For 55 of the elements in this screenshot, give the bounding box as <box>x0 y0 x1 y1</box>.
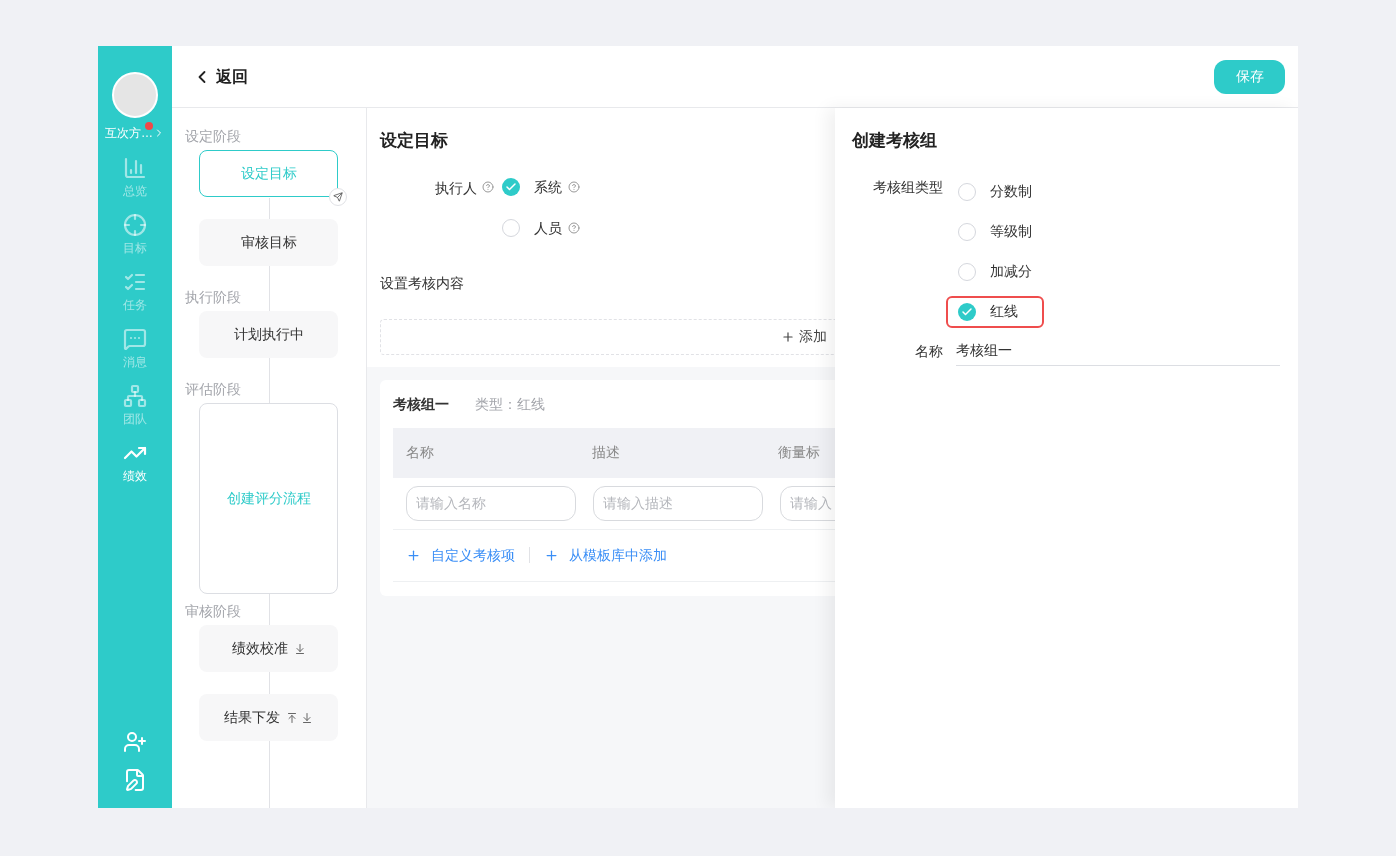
radio-checked[interactable] <box>502 178 520 196</box>
team-nav-icon[interactable] <box>123 384 147 408</box>
back-button[interactable]: 返回 <box>192 64 248 89</box>
option-label[interactable]: 分数制 <box>990 181 1032 202</box>
drawer-title: 创建考核组 <box>852 130 938 152</box>
plus-icon <box>406 547 421 563</box>
radio-unchecked[interactable] <box>958 222 976 241</box>
option-label[interactable]: 人员 <box>534 217 562 239</box>
flow-step[interactable]: 计划执行中 <box>199 311 338 358</box>
move-up-icon[interactable] <box>286 711 298 724</box>
edit-icon[interactable] <box>123 768 147 792</box>
option-label[interactable]: 等级制 <box>990 221 1032 242</box>
plus-icon <box>781 329 795 344</box>
message-nav-icon[interactable] <box>123 327 147 351</box>
section-title: 设定目标 <box>380 130 449 152</box>
group-name: 考核组一 <box>393 394 449 414</box>
plus-icon <box>544 547 559 563</box>
stage-label: 执行阶段 <box>185 288 242 306</box>
send-icon[interactable] <box>329 188 347 206</box>
group-type: 类型：红线 <box>475 394 545 414</box>
input-field[interactable]: 请输入描述 <box>593 485 763 521</box>
flow-step[interactable]: 结果下发 <box>199 694 338 741</box>
field-label: 执行人 <box>435 178 477 198</box>
stage-label: 审核阶段 <box>185 602 242 620</box>
avatar[interactable] <box>112 72 158 118</box>
option-label[interactable]: 加减分 <box>990 261 1032 282</box>
field-label: 名称 <box>914 342 943 361</box>
input-field[interactable]: 请输入 <box>780 485 835 521</box>
move-down-icon[interactable] <box>301 711 313 724</box>
stage-label: 评估阶段 <box>185 380 242 398</box>
overview-nav-icon[interactable] <box>123 156 147 180</box>
option-label[interactable]: 系统 <box>534 176 562 198</box>
help-icon[interactable] <box>568 222 580 234</box>
stage-label: 设定阶段 <box>185 127 242 145</box>
check-icon <box>505 181 517 193</box>
check-icon <box>961 305 973 318</box>
option-label[interactable]: 红线 <box>990 301 1018 322</box>
help-icon[interactable] <box>568 181 580 193</box>
radio-unchecked[interactable] <box>958 182 976 201</box>
help-icon[interactable] <box>482 180 494 193</box>
radio-checked[interactable] <box>958 302 976 321</box>
radio-unchecked[interactable] <box>958 262 976 281</box>
name-input[interactable]: 考核组一 <box>956 337 1280 366</box>
section-label: 设置考核内容 <box>380 273 465 293</box>
flow-step[interactable]: 审核目标 <box>199 219 338 266</box>
target-nav-icon[interactable] <box>123 213 147 237</box>
column-header: 描述 <box>592 443 621 462</box>
radio-unchecked[interactable] <box>502 219 520 237</box>
field-label: 考核组类型 <box>872 177 943 197</box>
input-field[interactable]: 请输入名称 <box>406 485 576 521</box>
move-down-icon[interactable] <box>293 642 306 655</box>
flow-step[interactable]: 绩效校准 <box>199 625 338 672</box>
column-header: 名称 <box>406 443 435 462</box>
column-header: 衡量标 <box>778 443 821 462</box>
add-user-icon[interactable] <box>123 730 147 754</box>
